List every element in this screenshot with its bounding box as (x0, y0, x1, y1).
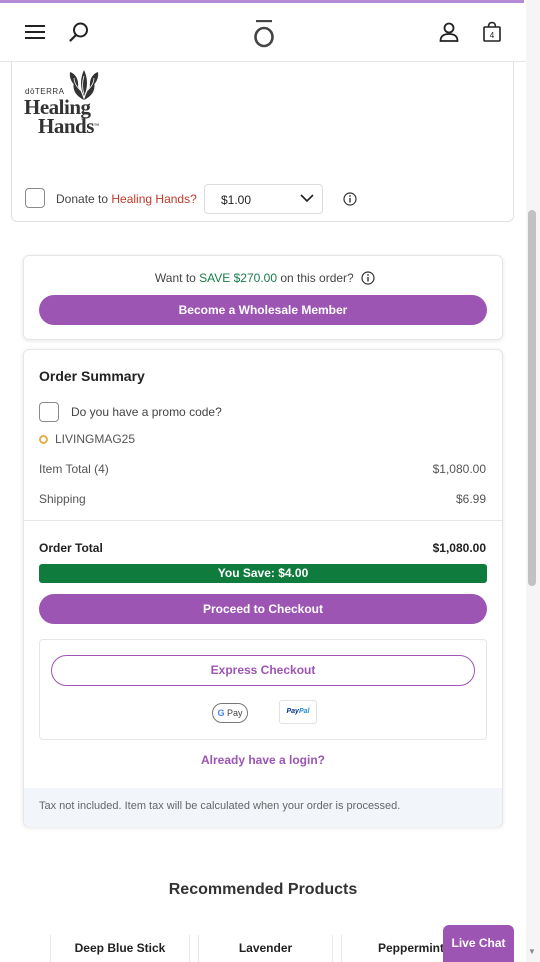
coupon-dot-icon (39, 435, 48, 444)
become-wholesale-member-button[interactable]: Become a Wholesale Member (39, 295, 487, 325)
order-summary-card: Order Summary Do you have a promo code? … (23, 349, 503, 827)
shipping-label: Shipping (39, 492, 86, 506)
item-total-value: $1,080.00 (432, 462, 486, 476)
donation-amount-select[interactable]: $1.00 (204, 184, 323, 214)
item-total-label: Item Total (4) (39, 462, 109, 476)
donate-row: Donate to Healing Hands? $1.00 (25, 184, 505, 216)
page-scrollbar[interactable]: ▼ (526, 0, 540, 962)
savings-amount: SAVE $270.00 (199, 271, 278, 285)
chevron-down-icon (300, 194, 314, 203)
google-pay-button[interactable]: G Pay (212, 703, 248, 723)
cart-count: 4 (490, 31, 495, 40)
info-icon[interactable] (343, 192, 357, 206)
donation-amount-value: $1.00 (221, 193, 252, 207)
order-total-value: $1,080.00 (432, 541, 486, 555)
google-g-icon: G (217, 708, 225, 718)
site-header: 4 (0, 3, 526, 62)
savings-info-icon[interactable] (361, 271, 375, 285)
healing-hands-wordmark: Healing Hands™ (24, 97, 99, 138)
order-total-label: Order Total (39, 541, 103, 555)
summary-divider (24, 520, 502, 521)
donate-checkbox[interactable] (25, 188, 45, 208)
healing-hands-logo: dōTERRA Healing Hands™ (24, 68, 106, 142)
recommended-product-item[interactable]: Deep Blue Stick (50, 935, 190, 962)
proceed-to-checkout-button[interactable]: Proceed to Checkout (39, 594, 487, 624)
recommended-products-title: Recommended Products (168, 881, 358, 898)
already-have-login-link[interactable]: Already have a login? (24, 753, 502, 767)
search-icon[interactable] (66, 19, 92, 45)
express-checkout-box: Express Checkout G Pay PayPal (39, 639, 487, 740)
wholesale-savings-card: Want to SAVE $270.00 on this order? Beco… (23, 255, 503, 340)
savings-message: Want to SAVE $270.00 on this order? (24, 268, 502, 285)
hamburger-menu-icon[interactable] (22, 19, 48, 45)
cart-bag-icon[interactable]: 4 (479, 19, 505, 45)
healing-hands-link[interactable]: Healing Hands? (111, 192, 196, 206)
applied-coupon-code: LIVINGMAG25 (55, 432, 136, 446)
you-save-badge: You Save: $4.00 (39, 564, 487, 583)
account-icon[interactable] (436, 19, 462, 45)
shipping-value: $6.99 (455, 492, 486, 506)
scroll-down-arrow-icon[interactable]: ▼ (528, 947, 536, 956)
scrollbar-thumb[interactable] (528, 210, 536, 586)
order-summary-title: Order Summary (39, 368, 145, 384)
donation-card: dōTERRA Healing Hands™ Donate to Healing… (11, 62, 514, 222)
tax-note: Tax not included. Item tax will be calcu… (24, 788, 502, 827)
recommended-product-item[interactable]: Lavender (198, 935, 333, 962)
live-chat-button[interactable]: Live Chat (443, 925, 514, 962)
promo-code-checkbox[interactable] (39, 402, 59, 422)
doterra-logo-icon[interactable] (250, 17, 278, 49)
donate-label: Donate to Healing Hands? (56, 192, 197, 206)
paypal-button[interactable]: PayPal (279, 700, 317, 724)
promo-code-label[interactable]: Do you have a promo code? (71, 405, 222, 419)
wordmark-line-2: Hands™ (38, 114, 99, 138)
express-checkout-button[interactable]: Express Checkout (51, 655, 475, 686)
